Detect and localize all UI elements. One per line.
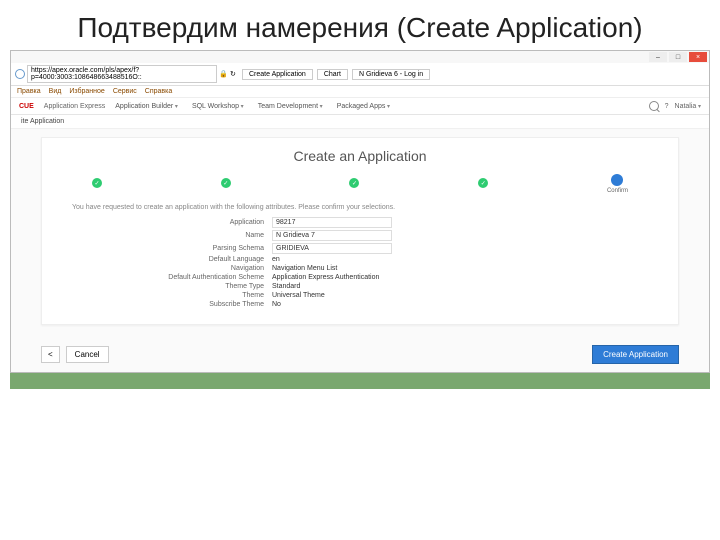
cancel-button[interactable]: Cancel	[66, 346, 109, 363]
back-button[interactable]: <	[41, 346, 60, 363]
menu-view[interactable]: Вид	[49, 88, 62, 95]
apex-logo-sub: Application Express	[44, 103, 105, 110]
form-value[interactable]: 98217	[272, 217, 648, 228]
form-value: No	[272, 301, 648, 308]
form-value[interactable]: N Gridieva 7	[272, 230, 648, 241]
form-value: Navigation Menu List	[272, 265, 648, 272]
window-maximize-button[interactable]: □	[669, 52, 687, 62]
form-value[interactable]: GRIDIEVA	[272, 243, 648, 254]
form-label: Parsing Schema	[72, 245, 272, 252]
user-menu[interactable]: Natalia	[675, 103, 701, 110]
form-label: Default Language	[72, 256, 272, 263]
menu-tools[interactable]: Сервис	[113, 88, 137, 95]
lock-icon: 🔒	[219, 70, 227, 78]
nav-app-builder[interactable]: Application Builder	[115, 103, 178, 110]
wizard-step-1[interactable]: ✓	[92, 178, 102, 190]
create-application-button[interactable]: Create Application	[592, 345, 679, 364]
apex-nav: Application Builder SQL Workshop Team De…	[115, 103, 390, 110]
wizard-step-2[interactable]: ✓	[221, 178, 231, 190]
browser-menu: Правка Вид Избранное Сервис Справка	[11, 86, 709, 98]
form-value: en	[272, 256, 648, 263]
slide-title: Подтвердим намерения (Create Application…	[0, 0, 720, 50]
slide-footer-strip	[10, 373, 710, 389]
form-row-7: ThemeUniversal Theme	[72, 292, 648, 299]
form-row-3: Default Languageen	[72, 256, 648, 263]
search-icon[interactable]	[649, 101, 659, 111]
window-minimize-button[interactable]: –	[649, 52, 667, 62]
help-icon[interactable]: ?	[665, 103, 669, 110]
wizard-intro-text: You have requested to create an applicat…	[72, 204, 648, 211]
wizard-heading: Create an Application	[72, 148, 648, 164]
nav-packaged-apps[interactable]: Packaged Apps	[337, 103, 390, 110]
form-label: Theme	[72, 292, 272, 299]
wizard-step-confirm[interactable]: Confirm	[607, 174, 628, 194]
menu-edit[interactable]: Правка	[17, 88, 41, 95]
form-row-4: NavigationNavigation Menu List	[72, 265, 648, 272]
wizard-card: Create an Application ✓ ✓ ✓ ✓ Confirm Yo…	[41, 137, 679, 325]
menu-help[interactable]: Справка	[145, 88, 172, 95]
confirm-form: Application98217NameN Gridieva 7Parsing …	[72, 217, 648, 308]
form-label: Name	[72, 232, 272, 239]
window-controls: – □ ×	[11, 51, 709, 63]
form-row-6: Theme TypeStandard	[72, 283, 648, 290]
wizard-step-3[interactable]: ✓	[349, 178, 359, 190]
menu-favorites[interactable]: Избранное	[69, 88, 104, 95]
wizard-steps: ✓ ✓ ✓ ✓ Confirm	[92, 174, 628, 194]
form-label: Application	[72, 219, 272, 226]
address-icons: 🔒 ↻	[219, 70, 238, 78]
form-label: Theme Type	[72, 283, 272, 290]
form-row-0: Application98217	[72, 217, 648, 228]
form-label: Default Authentication Scheme	[72, 274, 272, 281]
form-label: Subscribe Theme	[72, 301, 272, 308]
tab-login[interactable]: N Gridieva 6 - Log in	[352, 69, 430, 80]
browser-icon	[15, 69, 25, 79]
window-close-button[interactable]: ×	[689, 52, 707, 62]
apex-header: CUE Application Express Application Buil…	[11, 98, 709, 115]
form-label: Navigation	[72, 265, 272, 272]
tab-chart[interactable]: Chart	[317, 69, 348, 80]
browser-window: – □ × https://apex.oracle.com/pls/apex/f…	[10, 50, 710, 373]
nav-sql-workshop[interactable]: SQL Workshop	[192, 103, 244, 110]
form-row-1: NameN Gridieva 7	[72, 230, 648, 241]
address-input[interactable]: https://apex.oracle.com/pls/apex/f?p=400…	[27, 65, 217, 83]
nav-team-dev[interactable]: Team Development	[258, 103, 323, 110]
wizard-footer: < Cancel Create Application	[11, 337, 709, 372]
wizard-stage: Create an Application ✓ ✓ ✓ ✓ Confirm Yo…	[11, 129, 709, 337]
tab-create-application[interactable]: Create Application	[242, 69, 313, 80]
form-value: Standard	[272, 283, 648, 290]
form-row-5: Default Authentication SchemeApplication…	[72, 274, 648, 281]
form-value: Universal Theme	[272, 292, 648, 299]
breadcrumb: ite Application	[11, 115, 709, 129]
refresh-icon[interactable]: ↻	[230, 70, 238, 78]
form-value: Application Express Authentication	[272, 274, 648, 281]
form-row-8: Subscribe ThemeNo	[72, 301, 648, 308]
form-row-2: Parsing SchemaGRIDIEVA	[72, 243, 648, 254]
address-bar-row: https://apex.oracle.com/pls/apex/f?p=400…	[11, 63, 709, 86]
wizard-step-4[interactable]: ✓	[478, 178, 488, 190]
apex-logo: CUE	[19, 103, 34, 110]
